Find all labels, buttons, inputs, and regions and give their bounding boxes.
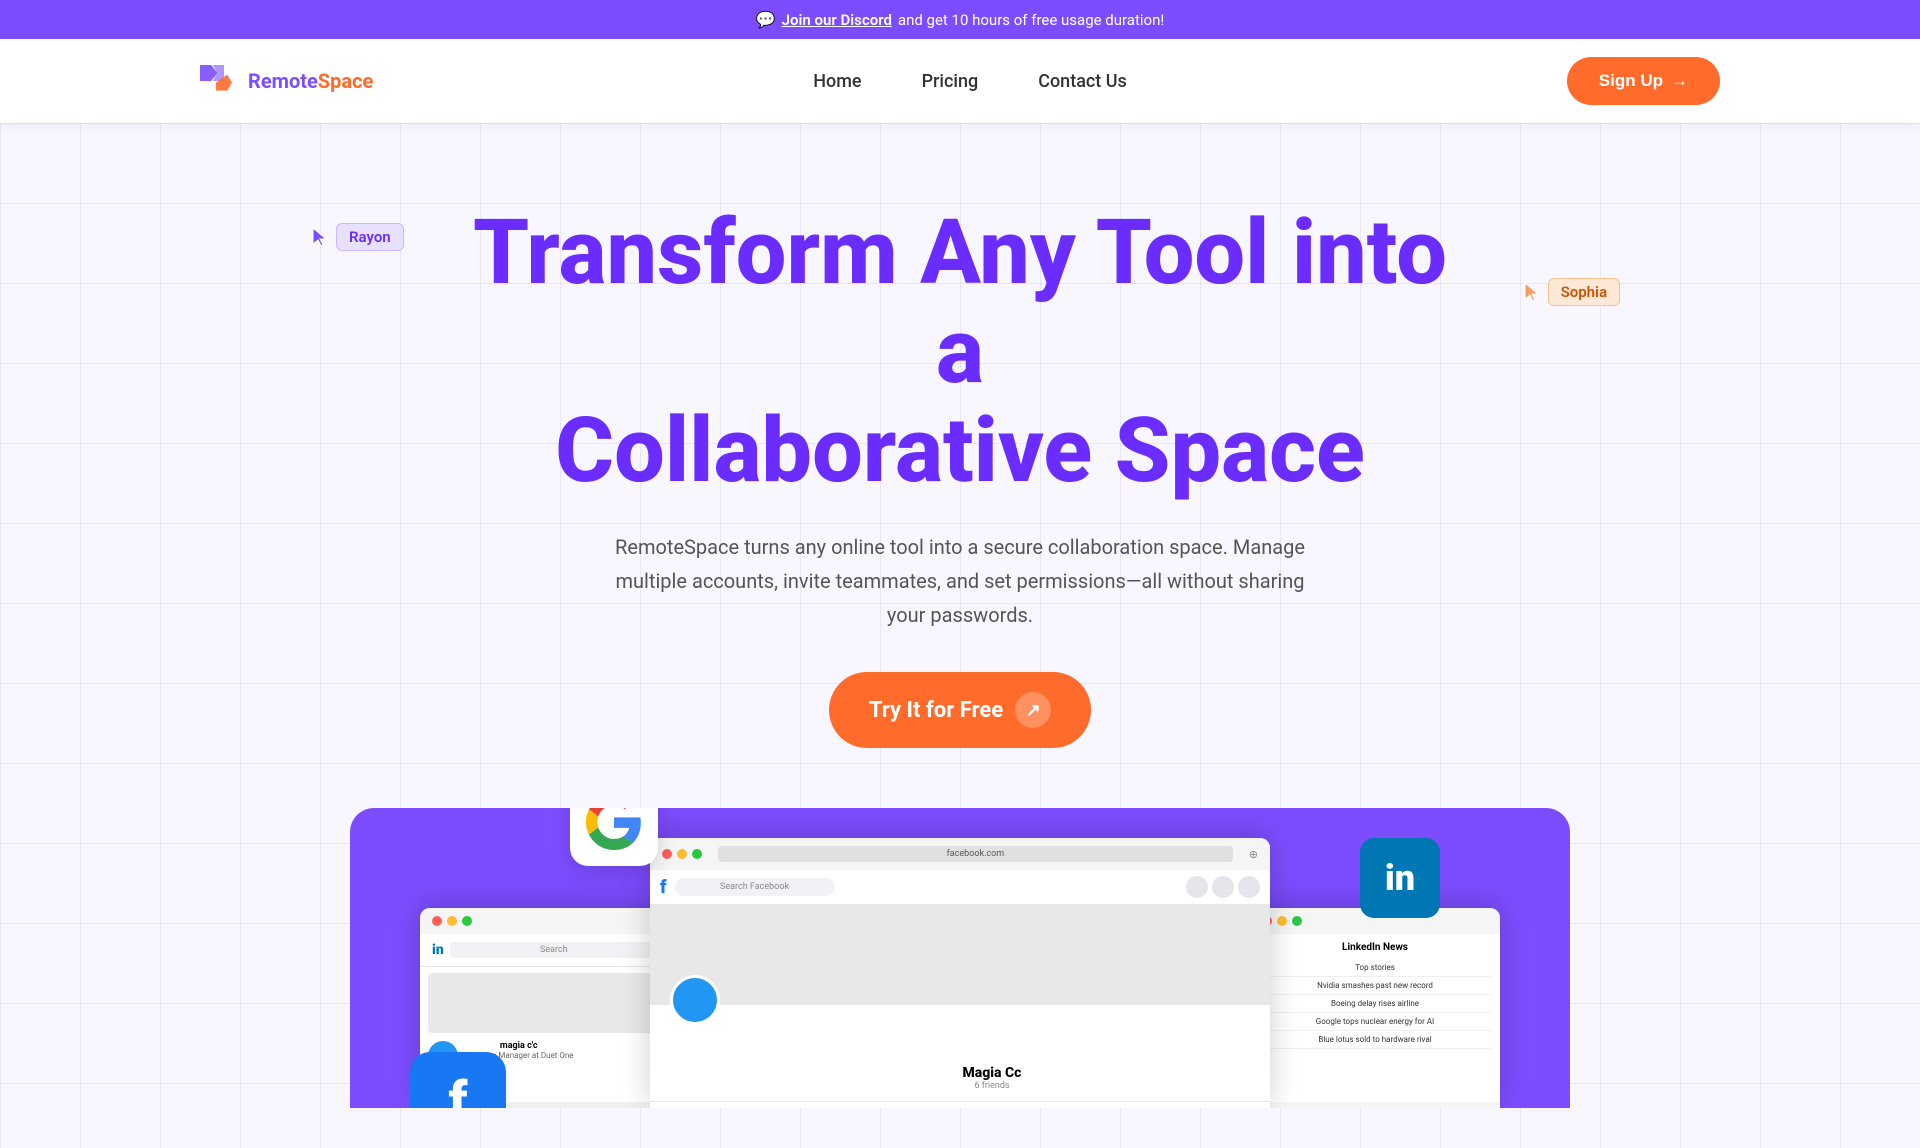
nav-link-pricing[interactable]: Pricing	[922, 71, 979, 92]
rayon-label: Rayon	[336, 223, 404, 251]
fb-nav-icons	[1186, 876, 1260, 898]
browser-bar-main: facebook.com ⊕	[650, 838, 1270, 870]
facebook-avatar	[670, 975, 720, 1025]
facebook-icon-float: f	[410, 1052, 506, 1108]
linkedin-icon-float: in	[1360, 838, 1440, 918]
discord-icon: 💬	[756, 10, 776, 29]
linkedin-search-bar: Search	[450, 942, 658, 958]
browser-right: LinkedIn News Top stories Nvidia smashes…	[1250, 908, 1500, 1108]
cursor-sophia: Sophia	[1522, 278, 1620, 306]
news-item-3: Boeing delay rises airline	[1258, 995, 1492, 1013]
nav-link-contact[interactable]: Contact Us	[1038, 71, 1127, 92]
linkedin-logo-small: in	[432, 942, 444, 958]
nav-item-contact[interactable]: Contact Us	[1038, 71, 1127, 92]
navbar: RemoteSpace Home Pricing Contact Us Sign…	[0, 39, 1920, 123]
news-item-1: Top stories	[1258, 959, 1492, 977]
facebook-friends-count: 6 friends	[730, 1081, 1254, 1091]
nav-link-home[interactable]: Home	[813, 71, 861, 92]
google-icon-float	[570, 808, 658, 866]
hero-section: Rayon Sophia Transform Any Tool into a C…	[0, 123, 1920, 1148]
hero-title-line2: Collaborative Space	[555, 398, 1365, 503]
discord-link[interactable]: Join our Discord	[782, 11, 892, 29]
facebook-profile-name: Magia Cc	[730, 1065, 1254, 1081]
linkedin-header: in Search	[420, 934, 670, 967]
logo-icon	[200, 65, 240, 97]
minimize-dot-right	[1277, 916, 1287, 926]
fb-icon-1	[1186, 876, 1208, 898]
hero-title-line1: Transform Any Tool into a	[473, 200, 1447, 404]
window-controls-left	[432, 916, 472, 926]
facebook-search: Search Facebook	[675, 878, 835, 896]
nav-item-home[interactable]: Home	[813, 71, 861, 92]
news-item-5: Blue lotus sold to hardware rival	[1258, 1031, 1492, 1049]
minimize-dot	[447, 916, 457, 926]
maximize-dot-main	[692, 849, 702, 859]
linkedin-name: magia c'c	[464, 1041, 574, 1051]
browser-content-right: LinkedIn News Top stories Nvidia smashes…	[1250, 934, 1500, 1102]
signup-label: Sign Up	[1599, 71, 1663, 91]
hero-title: Transform Any Tool into a Collaborative …	[460, 203, 1460, 500]
facebook-logo: f	[449, 1070, 468, 1109]
linkedin-news-heading: LinkedIn News	[1258, 942, 1492, 953]
cta-arrow-icon: ↗	[1015, 692, 1051, 728]
banner-text: and get 10 hours of free usage duration!	[898, 11, 1164, 29]
logo-text: RemoteSpace	[248, 69, 373, 93]
cursor-sophia-icon	[1522, 282, 1542, 302]
facebook-cover-photo	[650, 905, 1270, 1005]
fb-icon-2	[1212, 876, 1234, 898]
window-controls-main	[662, 849, 702, 859]
facebook-logo-header: f	[660, 877, 667, 898]
close-dot	[432, 916, 442, 926]
fb-icon-3	[1238, 876, 1260, 898]
signup-arrow-icon: →	[1671, 71, 1688, 91]
signup-button[interactable]: Sign Up →	[1567, 57, 1720, 105]
linkedin-news-container: LinkedIn News Top stories Nvidia smashes…	[1250, 934, 1500, 1057]
browser-controls: ⊕	[1249, 848, 1258, 861]
top-banner: 💬 Join our Discord and get 10 hours of f…	[0, 0, 1920, 39]
browser-content-main: f Search Facebook Magia Cc	[650, 870, 1270, 1108]
close-dot-main	[662, 849, 672, 859]
cta-button[interactable]: Try It for Free ↗	[829, 672, 1091, 748]
screenshot-area: in f in Search	[350, 808, 1570, 1108]
cursor-rayon: Rayon	[310, 223, 404, 251]
google-logo	[586, 808, 642, 850]
facebook-profile-info: Magia Cc 6 friends	[650, 1035, 1270, 1101]
facebook-header: f Search Facebook	[650, 870, 1270, 905]
cta-label: Try It for Free	[869, 698, 1003, 723]
browser-main: facebook.com ⊕ f Search Facebook	[650, 838, 1270, 1108]
browser-bar-left	[420, 908, 670, 934]
logo[interactable]: RemoteSpace	[200, 65, 373, 97]
linkedin-logo: in	[1385, 857, 1415, 899]
nav-item-pricing[interactable]: Pricing	[922, 71, 979, 92]
hero-subtitle: RemoteSpace turns any online tool into a…	[610, 530, 1310, 632]
news-item-2: Nvidia smashes past new record	[1258, 977, 1492, 995]
sophia-label: Sophia	[1548, 278, 1620, 306]
url-bar: facebook.com	[718, 846, 1233, 862]
nav-links: Home Pricing Contact Us	[813, 71, 1127, 92]
maximize-dot-right	[1292, 916, 1302, 926]
maximize-dot	[462, 916, 472, 926]
cursor-rayon-icon	[310, 227, 330, 247]
linkedin-banner	[428, 973, 662, 1033]
news-item-4: Google tops nuclear energy for AI	[1258, 1013, 1492, 1031]
facebook-tabs: Posts About Friends Photos Videos	[650, 1101, 1270, 1108]
minimize-dot-main	[677, 849, 687, 859]
